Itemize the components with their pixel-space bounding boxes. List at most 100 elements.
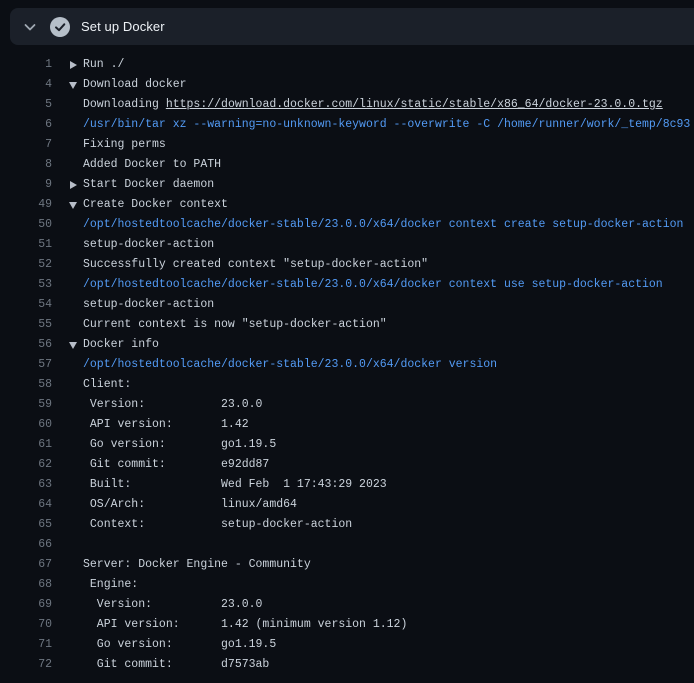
line-number[interactable]: 6 — [0, 115, 52, 135]
triangle-right-icon[interactable] — [69, 175, 83, 195]
log-line: 63 Built: Wed Feb 1 17:43:29 2023 — [0, 475, 694, 495]
plain-text: Context: setup-docker-action — [83, 518, 352, 531]
line-number[interactable]: 8 — [0, 155, 52, 175]
line-number[interactable]: 67 — [0, 555, 52, 575]
line-number[interactable]: 65 — [0, 515, 52, 535]
step-header[interactable]: Set up Docker — [10, 8, 694, 45]
log-line-text: /opt/hostedtoolcache/docker-stable/23.0.… — [83, 275, 663, 295]
line-number[interactable]: 7 — [0, 135, 52, 155]
line-number[interactable]: 56 — [0, 335, 52, 355]
log-line: 57/opt/hostedtoolcache/docker-stable/23.… — [0, 355, 694, 375]
command-text: /opt/hostedtoolcache/docker-stable/23.0.… — [83, 278, 663, 291]
plain-text: setup-docker-action — [83, 238, 214, 251]
log-line: 51 setup-docker-action — [0, 235, 694, 255]
plain-text: Create Docker context — [83, 198, 228, 211]
plain-text: Run ./ — [83, 58, 124, 71]
line-number[interactable]: 53 — [0, 275, 52, 295]
line-number[interactable]: 70 — [0, 615, 52, 635]
log-line-text: Go version: go1.19.5 — [83, 635, 276, 655]
line-number[interactable]: 57 — [0, 355, 52, 375]
log-line: 52Successfully created context "setup-do… — [0, 255, 694, 275]
gutter-spacer — [69, 95, 83, 115]
line-number[interactable]: 72 — [0, 655, 52, 675]
gutter-spacer — [69, 555, 83, 575]
triangle-down-icon[interactable] — [69, 75, 83, 95]
triangle-down-icon[interactable] — [69, 195, 83, 215]
line-number[interactable]: 4 — [0, 75, 52, 95]
plain-text: Download docker — [83, 78, 187, 91]
plain-text: setup-docker-action — [83, 298, 214, 311]
line-number[interactable]: 71 — [0, 635, 52, 655]
log-line: 55 Current context is now "setup-docker-a… — [0, 315, 694, 335]
plain-text: Server: Docker Engine - Community — [83, 558, 311, 571]
gutter-spacer — [69, 315, 83, 335]
group-title-text[interactable]: Docker info — [83, 335, 159, 355]
triangle-down-icon[interactable] — [69, 335, 83, 355]
log-line-text: Version: 23.0.0 — [83, 595, 262, 615]
line-number[interactable]: 66 — [0, 535, 52, 555]
line-number[interactable]: 9 — [0, 175, 52, 195]
line-number[interactable]: 54 — [0, 295, 52, 315]
line-number[interactable]: 5 — [0, 95, 52, 115]
gutter-spacer — [69, 235, 83, 255]
plain-text: OS/Arch: linux/amd64 — [83, 498, 297, 511]
log-line-text: Client: — [83, 375, 131, 395]
log-line-text: Downloading https://download.docker.com/… — [83, 95, 663, 115]
group-title-text[interactable]: Start Docker daemon — [83, 175, 214, 195]
gutter-spacer — [69, 515, 83, 535]
log-line: 65 Context: setup-docker-action — [0, 515, 694, 535]
log-line-text: Git commit: d7573ab — [83, 655, 269, 675]
plain-text: Built: Wed Feb 1 17:43:29 2023 — [83, 478, 387, 491]
gutter-spacer — [69, 275, 83, 295]
gutter-spacer — [69, 295, 83, 315]
log-line: 68 Engine: — [0, 575, 694, 595]
plain-text: Client: — [83, 378, 131, 391]
command-text: /opt/hostedtoolcache/docker-stable/23.0.… — [83, 218, 683, 231]
log-line-text: Git commit: e92dd87 — [83, 455, 269, 475]
line-number[interactable]: 61 — [0, 435, 52, 455]
log-url-link[interactable]: https://download.docker.com/linux/static… — [166, 98, 663, 111]
step-title: Set up Docker — [81, 19, 165, 34]
line-number[interactable]: 64 — [0, 495, 52, 515]
line-number[interactable]: 63 — [0, 475, 52, 495]
plain-text: Current context is now "setup-docker-act… — [83, 318, 387, 331]
line-number[interactable]: 50 — [0, 215, 52, 235]
log-line: 62 Git commit: e92dd87 — [0, 455, 694, 475]
plain-text: Version: 23.0.0 — [83, 598, 262, 611]
plain-text: Git commit: d7573ab — [83, 658, 269, 671]
plain-text: Added Docker to PATH — [83, 158, 221, 171]
log-line-text: setup-docker-action — [83, 235, 214, 255]
line-number[interactable]: 60 — [0, 415, 52, 435]
chevron-down-icon[interactable] — [18, 15, 42, 39]
check-circle-icon — [50, 17, 70, 37]
log-line: 70 API version: 1.42 (minimum version 1.… — [0, 615, 694, 635]
gutter-spacer — [69, 435, 83, 455]
log-line-text: Server: Docker Engine - Community — [83, 555, 311, 575]
group-title-text[interactable]: Create Docker context — [83, 195, 228, 215]
plain-text: API version: 1.42 (minimum version 1.12) — [83, 618, 407, 631]
line-number[interactable]: 59 — [0, 395, 52, 415]
line-number[interactable]: 62 — [0, 455, 52, 475]
log-line: 69 Version: 23.0.0 — [0, 595, 694, 615]
group-title-text[interactable]: Run ./ — [83, 55, 124, 75]
line-number[interactable]: 1 — [0, 55, 52, 75]
log-group-line: 49 Create Docker context — [0, 195, 694, 215]
plain-text: API version: 1.42 — [83, 418, 249, 431]
command-text: /usr/bin/tar xz --warning=no-unknown-key… — [83, 118, 690, 131]
line-number[interactable]: 69 — [0, 595, 52, 615]
log-line-text: Engine: — [83, 575, 138, 595]
plain-text: Git commit: e92dd87 — [83, 458, 269, 471]
log-line-text: /opt/hostedtoolcache/docker-stable/23.0.… — [83, 215, 683, 235]
line-number[interactable]: 49 — [0, 195, 52, 215]
line-number[interactable]: 51 — [0, 235, 52, 255]
gutter-spacer — [69, 655, 83, 675]
line-number[interactable]: 55 — [0, 315, 52, 335]
line-number[interactable]: 68 — [0, 575, 52, 595]
gutter-spacer — [69, 575, 83, 595]
log-line-text: Current context is now "setup-docker-act… — [83, 315, 387, 335]
line-number[interactable]: 58 — [0, 375, 52, 395]
triangle-right-icon[interactable] — [69, 55, 83, 75]
line-number[interactable]: 52 — [0, 255, 52, 275]
log-line: 64 OS/Arch: linux/amd64 — [0, 495, 694, 515]
group-title-text[interactable]: Download docker — [83, 75, 187, 95]
